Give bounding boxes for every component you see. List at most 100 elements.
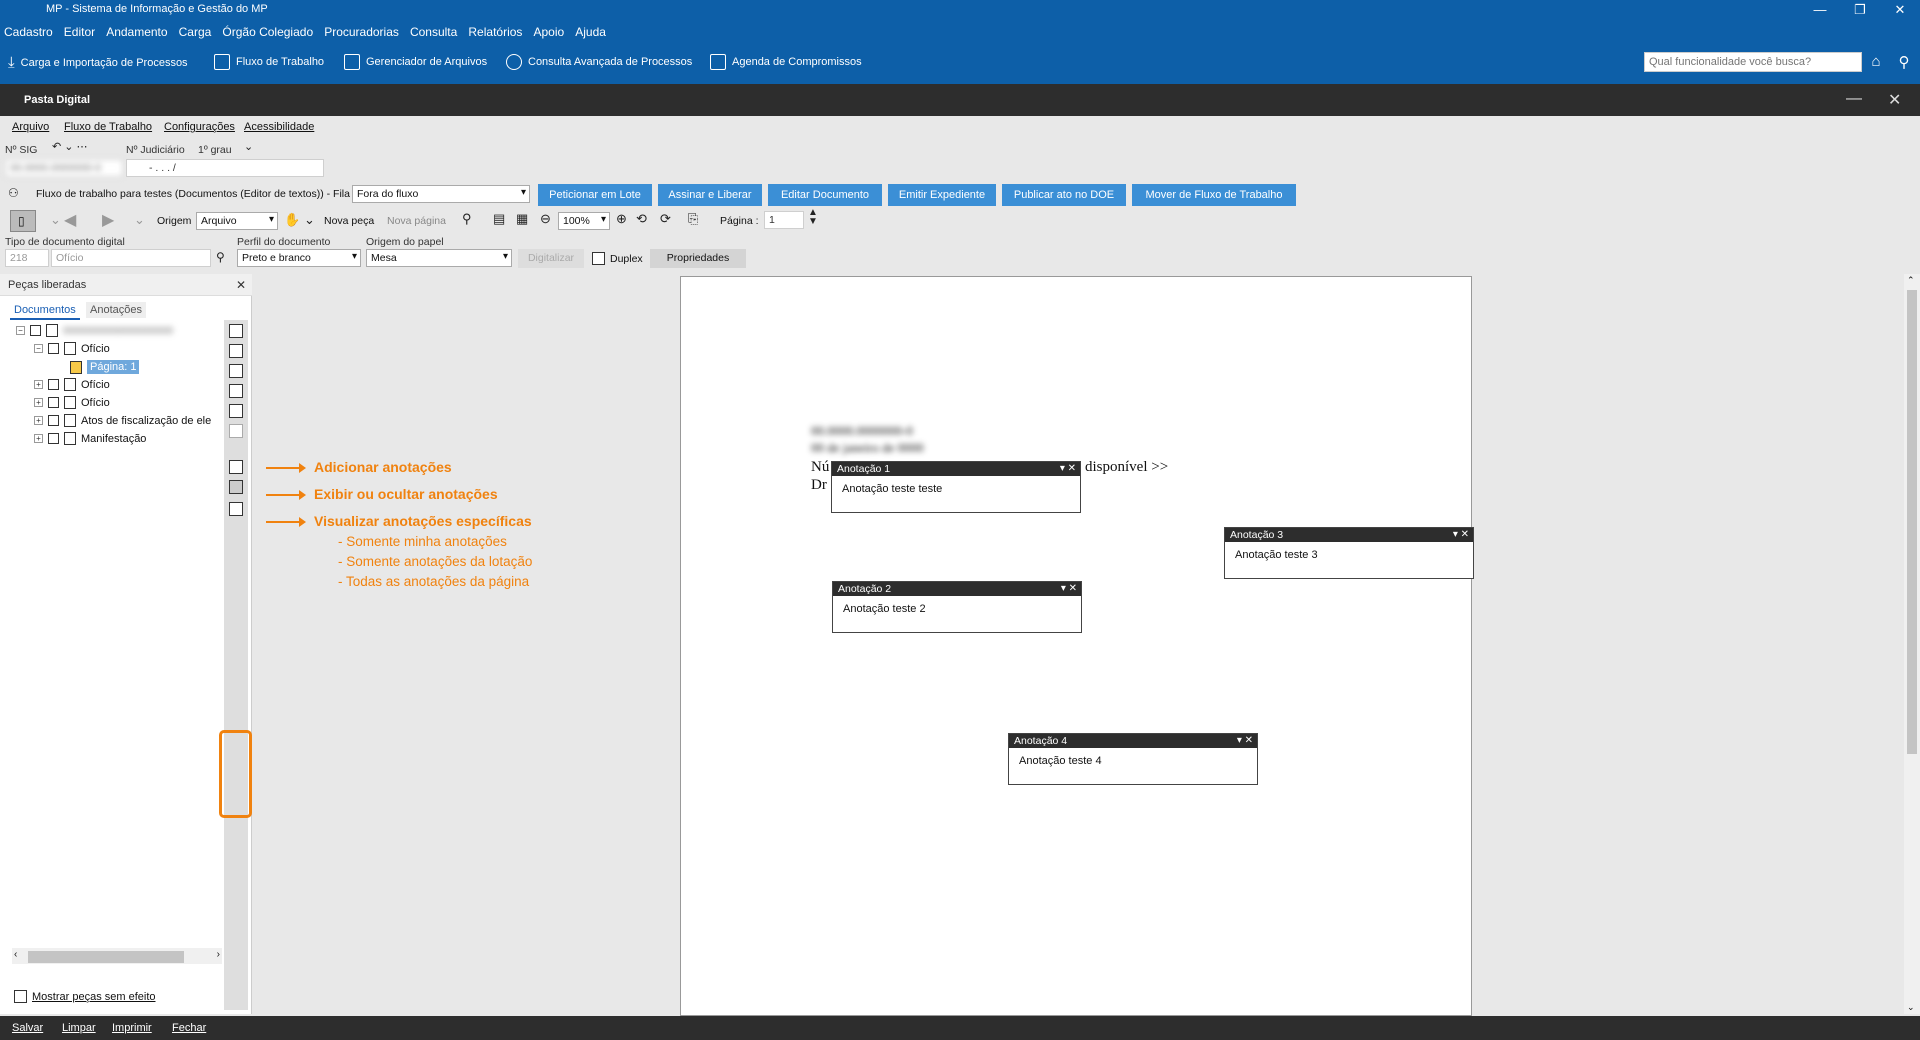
menu-cadastro[interactable]: Cadastro [0, 20, 57, 39]
tree-item[interactable]: + Atos de fiscalização de ele [34, 414, 211, 427]
menu-apoio[interactable]: Apoio [529, 20, 568, 39]
tree-item[interactable]: + Ofício [34, 396, 110, 409]
tree-item[interactable]: + Ofício [34, 378, 110, 391]
menu-arquivo[interactable]: Arquivo [12, 121, 49, 133]
mostrar-pecas-checkbox[interactable] [14, 990, 27, 1003]
hand-icon[interactable]: ✋ [284, 212, 300, 228]
fit-width-icon[interactable]: ▤ [493, 211, 505, 227]
menu-ajuda[interactable]: Ajuda [571, 20, 610, 39]
peticionar-lote-button[interactable]: Peticionar em Lote [538, 184, 652, 206]
menu-configuracoes[interactable]: Configurações [164, 121, 235, 133]
tree-item[interactable]: − Ofício [34, 342, 110, 355]
annotation-controls-icon[interactable]: ▾ ✕ [1453, 528, 1469, 542]
tree-checkbox[interactable] [48, 415, 59, 426]
mover-fluxo-button[interactable]: Mover de Fluxo de Trabalho [1132, 184, 1296, 206]
menu-procuradorias[interactable]: Procuradorias [320, 20, 403, 39]
fechar-button[interactable]: Fechar [172, 1022, 206, 1034]
tipo-code-field[interactable]: 218 [5, 249, 49, 267]
menu-carga[interactable]: Carga [175, 20, 216, 39]
annotation-body[interactable]: Anotação teste 3 [1225, 542, 1473, 568]
annotation-header[interactable]: Anotação 2 ▾ ✕ [833, 582, 1081, 596]
scroll-up-icon[interactable]: ⌃ [1907, 275, 1915, 286]
page-stepper-icon[interactable]: ▲ ▼ [808, 208, 818, 227]
page-tool-icon[interactable]: ⎘ [688, 211, 698, 227]
tree-root[interactable]: − 000000000000000000 [16, 324, 173, 337]
filter-annotation-icon[interactable] [229, 502, 243, 516]
previous-icon[interactable]: ◀ [64, 210, 76, 230]
annotation-body[interactable]: Anotação teste 2 [833, 596, 1081, 622]
annotation-note[interactable]: Anotação 3 ▾ ✕ Anotação teste 3 [1224, 527, 1474, 579]
expand-icon[interactable]: + [34, 416, 43, 425]
zoom-out-icon[interactable]: ⊖ [540, 211, 551, 227]
rotate-right-icon[interactable]: ⟳ [660, 211, 671, 227]
propriedades-button[interactable]: Propriedades [650, 249, 746, 268]
copy-icon[interactable] [229, 404, 243, 418]
limpar-button[interactable]: Limpar [62, 1022, 96, 1034]
menu-andamento[interactable]: Andamento [102, 20, 171, 39]
annotation-controls-icon[interactable]: ▾ ✕ [1061, 582, 1077, 596]
toolbar-fluxo-trabalho[interactable]: Fluxo de Trabalho [214, 54, 324, 70]
annotation-body[interactable]: Anotação teste teste [832, 476, 1080, 502]
tree-horizontal-scrollbar[interactable]: ‹ › [12, 948, 222, 964]
undo-icon[interactable]: ↶ ⌄ ⋯ [52, 140, 88, 153]
tree-checkbox[interactable] [30, 325, 41, 336]
scroll-down-icon[interactable]: ⌄ [1907, 1002, 1915, 1013]
annotation-controls-icon[interactable]: ▾ ✕ [1060, 462, 1076, 476]
search-doc-icon[interactable] [229, 384, 243, 398]
annotation-controls-icon[interactable]: ▾ ✕ [1237, 734, 1253, 748]
imprimir-button[interactable]: Imprimir [112, 1022, 152, 1034]
home-icon[interactable]: ⌂ [1866, 53, 1886, 71]
tree-checkbox[interactable] [48, 397, 59, 408]
menu-relatorios[interactable]: Relatórios [464, 20, 526, 39]
document-page[interactable]: 00.0000.0000000-0 00 de janeiro de 0000 … [680, 276, 1474, 1016]
close-window-button[interactable]: ✕ [1880, 0, 1920, 20]
annotation-note[interactable]: Anotação 2 ▾ ✕ Anotação teste 2 [832, 581, 1082, 633]
annotation-header[interactable]: Anotação 3 ▾ ✕ [1225, 528, 1473, 542]
collapse-icon[interactable]: − [34, 344, 43, 353]
collapse-icon[interactable]: − [16, 326, 25, 335]
annotation-header[interactable]: Anotação 4 ▾ ✕ [1009, 734, 1257, 748]
nova-pagina-button[interactable]: Nova página [387, 215, 446, 227]
annotation-note[interactable]: Anotação 4 ▾ ✕ Anotação teste 4 [1008, 733, 1258, 785]
tab-documentos[interactable]: Documentos [10, 302, 80, 320]
menu-orgao-colegiado[interactable]: Órgão Colegiado [218, 20, 317, 39]
user-search-icon[interactable]: ⚲ [1894, 53, 1914, 71]
njud-field[interactable]: - . . . / [126, 159, 324, 177]
next-icon[interactable]: ▶ [102, 210, 114, 230]
annotation-header[interactable]: Anotação 1 ▾ ✕ [832, 462, 1080, 476]
salvar-button[interactable]: Salvar [12, 1022, 43, 1034]
print-icon[interactable] [229, 344, 243, 358]
pagina-input[interactable]: 1 [764, 211, 804, 229]
perfil-select[interactable]: Preto e branco [237, 249, 361, 267]
duplex-checkbox[interactable] [592, 252, 605, 265]
annotation-note[interactable]: Anotação 1 ▾ ✕ Anotação teste teste [831, 461, 1081, 513]
document-vertical-scrollbar[interactable]: ⌃ ⌄ [1904, 274, 1920, 1014]
tree-page-item[interactable]: Página: 1 [70, 360, 140, 374]
emitir-expediente-button[interactable]: Emitir Expediente [888, 184, 996, 206]
tree-checkbox[interactable] [48, 343, 59, 354]
close-panel-button[interactable]: ✕ [1888, 90, 1901, 110]
scrollbar-thumb[interactable] [28, 951, 184, 963]
sign-icon[interactable] [229, 364, 243, 378]
publicar-doe-button[interactable]: Publicar ato no DOE [1002, 184, 1126, 206]
expand-icon[interactable]: + [34, 398, 43, 407]
rotate-left-icon[interactable]: ⟲ [636, 211, 647, 227]
digitalizar-button[interactable]: Digitalizar [518, 249, 584, 268]
origem-papel-select[interactable]: Mesa [366, 249, 512, 267]
dropdown-icon[interactable]: ⌄ [50, 212, 61, 228]
nsig-field[interactable]: 00.0000.0000000-0 [5, 159, 123, 177]
restore-button[interactable]: ❐ [1840, 0, 1880, 20]
scroll-left-icon[interactable]: ‹ [14, 949, 17, 960]
origem-select[interactable]: Arquivo [196, 212, 278, 230]
toggle-annotation-icon[interactable] [229, 480, 243, 494]
nova-peca-button[interactable]: Nova peça [324, 215, 374, 227]
menu-consulta[interactable]: Consulta [406, 20, 461, 39]
fila-select[interactable]: Fora do fluxo [352, 185, 530, 203]
zoom-select[interactable]: 100% [558, 212, 610, 230]
chevron-down-icon[interactable]: ⌄ [244, 140, 253, 153]
toolbar-consulta-avancada[interactable]: Consulta Avançada de Processos [506, 54, 692, 70]
tree-checkbox[interactable] [48, 433, 59, 444]
menu-acessibilidade[interactable]: Acessibilidade [244, 121, 314, 133]
annotation-body[interactable]: Anotação teste 4 [1009, 748, 1257, 774]
tree-checkbox[interactable] [48, 379, 59, 390]
